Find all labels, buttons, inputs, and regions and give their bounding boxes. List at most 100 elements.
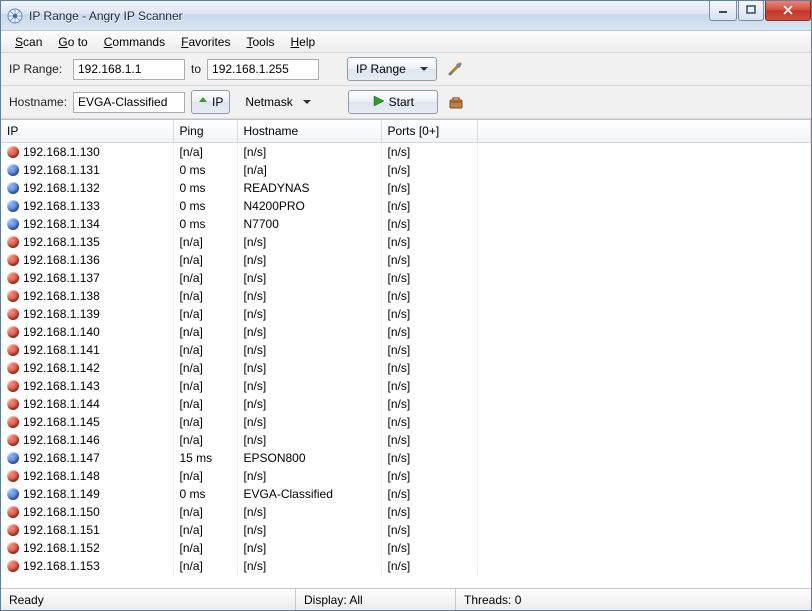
cell-ports: [n/s] bbox=[381, 467, 477, 485]
status-ball-icon bbox=[7, 524, 19, 536]
status-ball-icon bbox=[7, 146, 19, 158]
table-row[interactable]: 192.168.1.139[n/a][n/s][n/s] bbox=[1, 305, 811, 323]
menu-help[interactable]: Help bbox=[282, 33, 323, 51]
col-ping[interactable]: Ping bbox=[173, 120, 237, 142]
cell-ip: 192.168.1.130 bbox=[23, 145, 100, 159]
status-ball-icon bbox=[7, 560, 19, 572]
cell-hostname: [n/s] bbox=[237, 359, 381, 377]
ip-to-input[interactable] bbox=[207, 59, 319, 80]
cell-ping: [n/a] bbox=[173, 359, 237, 377]
table-row[interactable]: 192.168.1.141[n/a][n/s][n/s] bbox=[1, 341, 811, 359]
table-row[interactable]: 192.168.1.144[n/a][n/s][n/s] bbox=[1, 395, 811, 413]
table-row[interactable]: 192.168.1.135[n/a][n/s][n/s] bbox=[1, 233, 811, 251]
minimize-button[interactable] bbox=[709, 1, 737, 21]
table-row[interactable]: 192.168.1.148[n/a][n/s][n/s] bbox=[1, 467, 811, 485]
toolbox-icon[interactable] bbox=[444, 90, 468, 114]
table-row[interactable]: 192.168.1.1320 msREADYNAS[n/s] bbox=[1, 179, 811, 197]
results-table[interactable]: IP Ping Hostname Ports [0+] 192.168.1.13… bbox=[1, 120, 811, 575]
cell-ping: 0 ms bbox=[173, 485, 237, 503]
col-ip[interactable]: IP bbox=[1, 120, 173, 142]
results-scroll[interactable]: IP Ping Hostname Ports [0+] 192.168.1.13… bbox=[1, 120, 811, 588]
table-row[interactable]: 192.168.1.138[n/a][n/s][n/s] bbox=[1, 287, 811, 305]
netmask-dropdown[interactable]: Netmask bbox=[236, 90, 320, 114]
menu-goto[interactable]: Go to bbox=[50, 33, 95, 51]
table-row[interactable]: 192.168.1.153[n/a][n/s][n/s] bbox=[1, 557, 811, 575]
play-icon bbox=[373, 95, 385, 110]
cell-ping: [n/a] bbox=[173, 305, 237, 323]
cell-ports: [n/s] bbox=[381, 377, 477, 395]
cell-ports: [n/s] bbox=[381, 485, 477, 503]
cell-ping: [n/a] bbox=[173, 557, 237, 575]
status-ball-icon bbox=[7, 434, 19, 446]
settings-icon[interactable] bbox=[443, 57, 467, 81]
cell-ip: 192.168.1.144 bbox=[23, 397, 100, 411]
status-ball-icon bbox=[7, 542, 19, 554]
table-row[interactable]: 192.168.1.151[n/a][n/s][n/s] bbox=[1, 521, 811, 539]
app-icon bbox=[7, 8, 23, 24]
scan-type-dropdown[interactable]: IP Range bbox=[347, 57, 437, 81]
cell-ip: 192.168.1.136 bbox=[23, 253, 100, 267]
table-row[interactable]: 192.168.1.130[n/a][n/s][n/s] bbox=[1, 142, 811, 161]
cell-ports: [n/s] bbox=[381, 269, 477, 287]
cell-ip: 192.168.1.131 bbox=[23, 163, 100, 177]
cell-ping: [n/a] bbox=[173, 233, 237, 251]
toolbar-iprange: IP Range: to IP Range bbox=[1, 53, 811, 86]
table-row[interactable]: 192.168.1.1330 msN4200PRO[n/s] bbox=[1, 197, 811, 215]
cell-ip: 192.168.1.152 bbox=[23, 541, 100, 555]
titlebar[interactable]: IP Range - Angry IP Scanner bbox=[1, 1, 811, 31]
menu-commands[interactable]: Commands bbox=[96, 33, 173, 51]
status-ball-icon bbox=[7, 236, 19, 248]
ip-from-input[interactable] bbox=[73, 59, 185, 80]
col-ports[interactable]: Ports [0+] bbox=[381, 120, 477, 142]
cell-ip: 192.168.1.139 bbox=[23, 307, 100, 321]
status-ball-icon bbox=[7, 182, 19, 194]
menu-tools[interactable]: Tools bbox=[238, 33, 282, 51]
status-ball-icon bbox=[7, 506, 19, 518]
table-row[interactable]: 192.168.1.14715 msEPSON800[n/s] bbox=[1, 449, 811, 467]
cell-hostname: N7700 bbox=[237, 215, 381, 233]
menubar: Scan Go to Commands Favorites Tools Help bbox=[1, 31, 811, 53]
cell-hostname: EPSON800 bbox=[237, 449, 381, 467]
toolbar-hostname: Hostname: IP Netmask Start bbox=[1, 86, 811, 119]
table-row[interactable]: 192.168.1.146[n/a][n/s][n/s] bbox=[1, 431, 811, 449]
cell-ports: [n/s] bbox=[381, 431, 477, 449]
hostname-input[interactable] bbox=[73, 92, 185, 113]
cell-ping: 0 ms bbox=[173, 197, 237, 215]
table-row[interactable]: 192.168.1.152[n/a][n/s][n/s] bbox=[1, 539, 811, 557]
table-row[interactable]: 192.168.1.1310 ms[n/a][n/s] bbox=[1, 161, 811, 179]
cell-ports: [n/s] bbox=[381, 503, 477, 521]
maximize-button[interactable] bbox=[738, 1, 764, 21]
cell-ping: [n/a] bbox=[173, 142, 237, 161]
status-ball-icon bbox=[7, 344, 19, 356]
start-button[interactable]: Start bbox=[348, 90, 438, 114]
close-button[interactable] bbox=[765, 1, 811, 21]
cell-ip: 192.168.1.143 bbox=[23, 379, 100, 393]
status-ball-icon bbox=[7, 380, 19, 392]
table-row[interactable]: 192.168.1.1340 msN7700[n/s] bbox=[1, 215, 811, 233]
table-row[interactable]: 192.168.1.150[n/a][n/s][n/s] bbox=[1, 503, 811, 521]
status-ball-icon bbox=[7, 452, 19, 464]
menu-scan[interactable]: Scan bbox=[7, 33, 50, 51]
cell-hostname: N4200PRO bbox=[237, 197, 381, 215]
table-row[interactable]: 192.168.1.140[n/a][n/s][n/s] bbox=[1, 323, 811, 341]
table-row[interactable]: 192.168.1.143[n/a][n/s][n/s] bbox=[1, 377, 811, 395]
cell-ports: [n/s] bbox=[381, 395, 477, 413]
cell-ip: 192.168.1.151 bbox=[23, 523, 100, 537]
cell-ping: 0 ms bbox=[173, 215, 237, 233]
table-row[interactable]: 192.168.1.145[n/a][n/s][n/s] bbox=[1, 413, 811, 431]
table-row[interactable]: 192.168.1.1490 msEVGA-Classified[n/s] bbox=[1, 485, 811, 503]
cell-hostname: [n/s] bbox=[237, 521, 381, 539]
cell-ip: 192.168.1.134 bbox=[23, 217, 100, 231]
menu-favorites[interactable]: Favorites bbox=[173, 33, 238, 51]
ip-lookup-button[interactable]: IP bbox=[191, 90, 230, 114]
table-row[interactable]: 192.168.1.137[n/a][n/s][n/s] bbox=[1, 269, 811, 287]
table-row[interactable]: 192.168.1.136[n/a][n/s][n/s] bbox=[1, 251, 811, 269]
cell-ip: 192.168.1.138 bbox=[23, 289, 100, 303]
cell-ping: [n/a] bbox=[173, 269, 237, 287]
cell-ports: [n/s] bbox=[381, 287, 477, 305]
cell-ip: 192.168.1.132 bbox=[23, 181, 100, 195]
cell-ports: [n/s] bbox=[381, 449, 477, 467]
table-row[interactable]: 192.168.1.142[n/a][n/s][n/s] bbox=[1, 359, 811, 377]
col-hostname[interactable]: Hostname bbox=[237, 120, 381, 142]
cell-ports: [n/s] bbox=[381, 557, 477, 575]
